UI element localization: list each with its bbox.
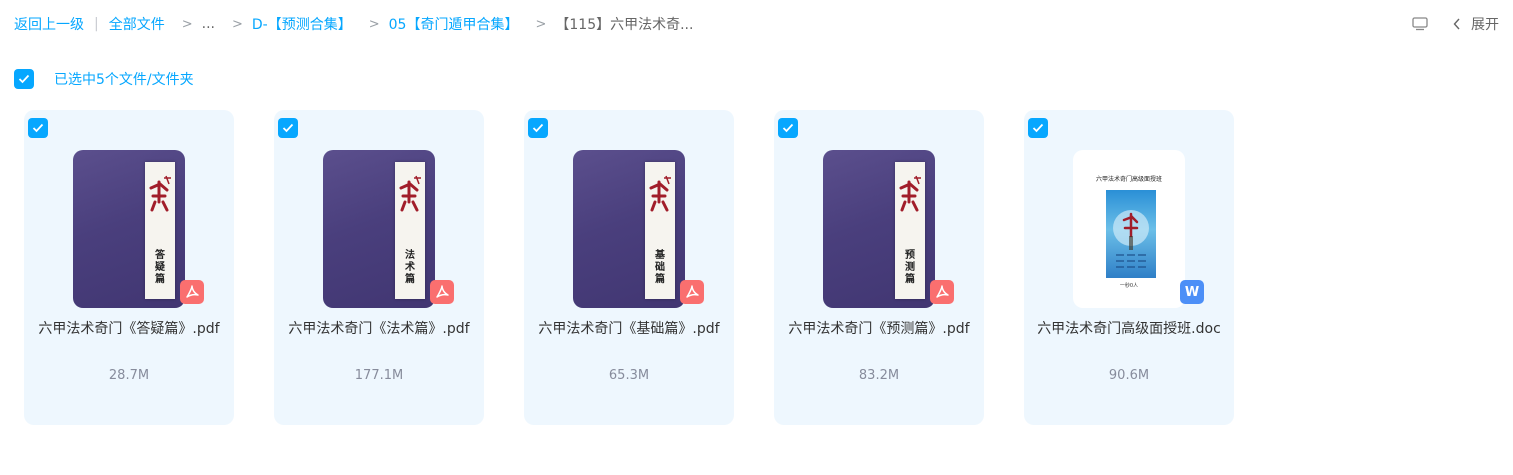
file-name[interactable]: 六甲法术奇门《基础篇》.pdf	[534, 318, 724, 340]
breadcrumb-divider: |	[94, 16, 99, 32]
top-right-toolbar: 展开	[1411, 13, 1513, 35]
file-size: 83.2M	[858, 368, 900, 383]
pdf-icon	[680, 280, 704, 304]
file-card[interactable]: 法术篇 六甲法术奇门《法术篇》.pdf 177.1M	[274, 110, 484, 425]
file-thumbnail[interactable]: 预测篇	[823, 150, 935, 308]
breadcrumb-separator: >	[231, 16, 243, 32]
file-thumbnail[interactable]: 六甲法术奇门高级面授班 一秒0人	[1073, 150, 1185, 308]
book-cover-label: 基础篇	[645, 162, 675, 299]
monitor-icon[interactable]	[1411, 15, 1429, 33]
expand-label: 展开	[1471, 17, 1499, 33]
book-cover-label: 法术篇	[395, 162, 425, 299]
breadcrumb-all-files[interactable]: 全部文件	[109, 14, 165, 34]
file-grid: 答疑篇 六甲法术奇门《答疑篇》.pdf 28.7M 法术篇 六甲法术奇门《法术篇…	[24, 110, 1234, 425]
book-title-calligraphy	[649, 175, 671, 212]
file-name[interactable]: 六甲法术奇门高级面授班.doc	[1034, 318, 1224, 340]
back-link[interactable]: 返回上一级	[14, 14, 84, 34]
book-title-calligraphy	[149, 175, 171, 212]
book-cover-subtitle: 基础篇	[655, 250, 665, 285]
doc-cover-footer: 一秒0人	[1119, 283, 1139, 289]
checkmark-icon	[1032, 123, 1044, 133]
file-name[interactable]: 六甲法术奇门《法术篇》.pdf	[284, 318, 474, 340]
file-size: 177.1M	[354, 368, 404, 383]
file-name[interactable]: 六甲法术奇门《答疑篇》.pdf	[34, 318, 224, 340]
checkmark-icon	[18, 74, 30, 84]
breadcrumb-item-prediction[interactable]: D-【预测合集】	[252, 14, 352, 34]
file-size: 90.6M	[1108, 368, 1150, 383]
breadcrumb-separator: >	[368, 16, 380, 32]
breadcrumb-separator: >	[535, 16, 547, 32]
selection-bar: 已选中5个文件/文件夹	[14, 68, 194, 90]
file-size: 65.3M	[608, 368, 650, 383]
file-thumbnail[interactable]: 基础篇	[573, 150, 685, 308]
file-checkbox[interactable]	[28, 118, 48, 138]
book-title-calligraphy	[399, 175, 421, 212]
file-thumbnail[interactable]: 答疑篇	[73, 150, 185, 308]
checkmark-icon	[282, 123, 294, 133]
pdf-icon	[430, 280, 454, 304]
breadcrumb-ellipsis[interactable]: ...	[202, 16, 215, 32]
checkmark-icon	[32, 123, 44, 133]
expand-button[interactable]: 展开	[1453, 14, 1513, 34]
file-checkbox[interactable]	[1028, 118, 1048, 138]
breadcrumb: 返回上一级 | 全部文件 > ... > D-【预测合集】 > 05【奇门遁甲合…	[14, 13, 693, 35]
file-card[interactable]: 基础篇 六甲法术奇门《基础篇》.pdf 65.3M	[524, 110, 734, 425]
select-all-checkbox[interactable]	[14, 69, 34, 89]
checkmark-icon	[532, 123, 544, 133]
file-size: 28.7M	[108, 368, 150, 383]
file-thumbnail[interactable]: 法术篇	[323, 150, 435, 308]
breadcrumb-separator: >	[181, 16, 193, 32]
pdf-icon	[930, 280, 954, 304]
file-checkbox[interactable]	[528, 118, 548, 138]
doc-cover-image	[1106, 190, 1156, 278]
book-cover-label: 答疑篇	[145, 162, 175, 299]
file-checkbox[interactable]	[278, 118, 298, 138]
book-title-calligraphy	[899, 175, 921, 212]
breadcrumb-item-qimen[interactable]: 05【奇门遁甲合集】	[389, 14, 519, 34]
checkmark-icon	[782, 123, 794, 133]
selection-count-label: 已选中5个文件/文件夹	[54, 72, 194, 88]
breadcrumb-current: 【115】六甲法术奇...	[555, 17, 694, 33]
pdf-icon	[180, 280, 204, 304]
book-cover-subtitle: 预测篇	[905, 250, 915, 285]
file-checkbox[interactable]	[778, 118, 798, 138]
book-cover-subtitle: 答疑篇	[155, 250, 165, 285]
file-card[interactable]: 答疑篇 六甲法术奇门《答疑篇》.pdf 28.7M	[24, 110, 234, 425]
book-cover-label: 预测篇	[895, 162, 925, 299]
file-card[interactable]: 预测篇 六甲法术奇门《预测篇》.pdf 83.2M	[774, 110, 984, 425]
chevron-left-icon	[1453, 18, 1461, 30]
doc-cover-heading: 六甲法术奇门高级面授班	[1095, 176, 1162, 183]
file-card[interactable]: 六甲法术奇门高级面授班 一秒0人 W 六甲法术奇门高级面授班.doc 90.6M	[1024, 110, 1234, 425]
word-doc-icon: W	[1180, 280, 1204, 304]
book-cover-subtitle: 法术篇	[405, 250, 415, 285]
file-name[interactable]: 六甲法术奇门《预测篇》.pdf	[784, 318, 974, 340]
